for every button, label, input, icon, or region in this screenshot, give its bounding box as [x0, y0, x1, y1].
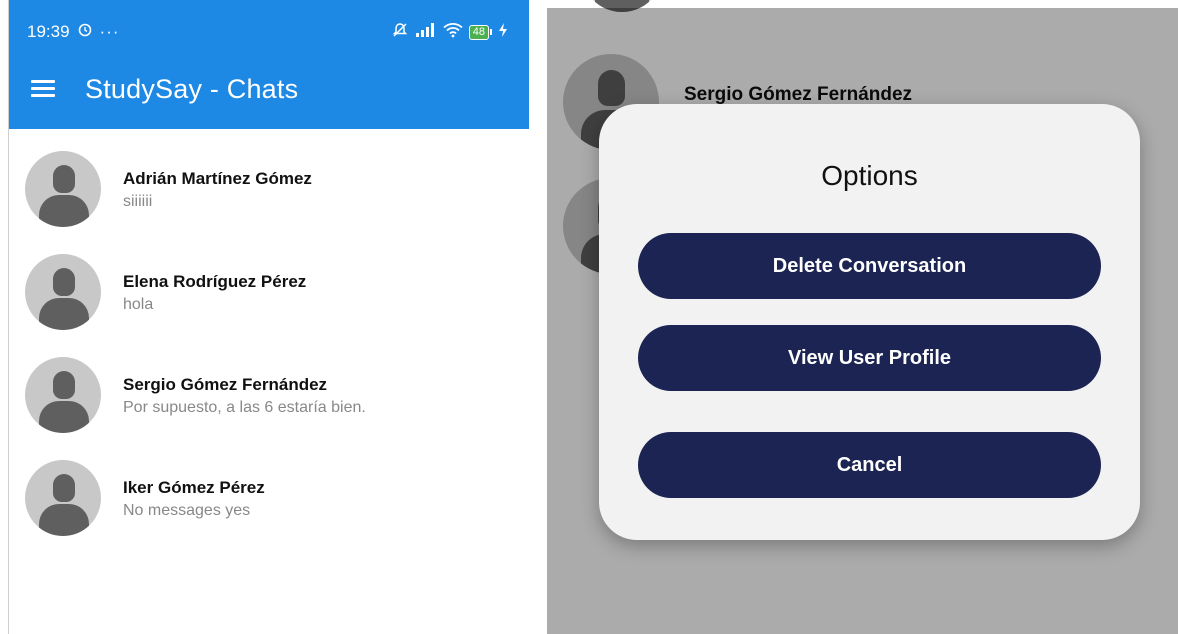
more-dots-icon: ···	[99, 22, 120, 41]
avatar	[25, 151, 101, 227]
avatar	[25, 254, 101, 330]
options-dialog: Options Delete Conversation View User Pr…	[599, 104, 1140, 540]
chat-item[interactable]: Sergio Gómez Fernández Por supuesto, a l…	[9, 357, 529, 447]
chat-name: Iker Gómez Pérez	[123, 478, 265, 497]
chat-item[interactable]: Elena Rodríguez Pérez hola	[9, 254, 529, 344]
status-bar: 19:39 ··· 48	[27, 20, 508, 44]
chat-last-message: No messages yes	[123, 502, 251, 519]
chat-name: Sergio Gómez Fernández	[123, 375, 328, 394]
chat-item[interactable]: Adrián Martínez Gómez siiiiii	[9, 151, 529, 241]
app-bar: 19:39 ··· 48 StudySay - Chats	[9, 0, 529, 129]
view-user-profile-button[interactable]: View User Profile	[638, 325, 1101, 391]
chat-last-message: siiiiii	[123, 193, 153, 210]
menu-icon[interactable]	[31, 80, 55, 98]
toolbar: StudySay - Chats	[9, 68, 529, 110]
chat-list-screen: 19:39 ··· 48 StudySay - Chats Adrián Mar…	[8, 0, 529, 634]
chat-name: Elena Rodríguez Pérez	[123, 272, 307, 291]
cancel-button[interactable]: Cancel	[638, 432, 1101, 498]
battery-icon: 48	[468, 24, 492, 40]
charging-icon	[498, 22, 508, 43]
avatar	[25, 357, 101, 433]
signal-icon	[415, 22, 437, 43]
chat-name: Adrián Martínez Gómez	[123, 169, 312, 188]
app-title: StudySay - Chats	[85, 73, 299, 104]
chat-last-message: Por supuesto, a las 6 estaría bien.	[123, 399, 366, 416]
chat-last-message: hola	[123, 296, 154, 313]
status-time: 19:39	[27, 22, 70, 41]
wifi-icon	[443, 22, 463, 43]
avatar	[25, 460, 101, 536]
battery-level: 48	[468, 24, 489, 40]
dialog-title: Options	[821, 160, 918, 191]
clock-icon	[78, 22, 92, 42]
delete-conversation-button[interactable]: Delete Conversation	[638, 233, 1101, 299]
options-dialog-screen: Sergio Gómez Fernández Options Delete Co…	[547, 0, 1178, 634]
chat-item[interactable]: Iker Gómez Pérez No messages yes	[9, 460, 529, 550]
muted-bell-icon	[391, 21, 409, 44]
